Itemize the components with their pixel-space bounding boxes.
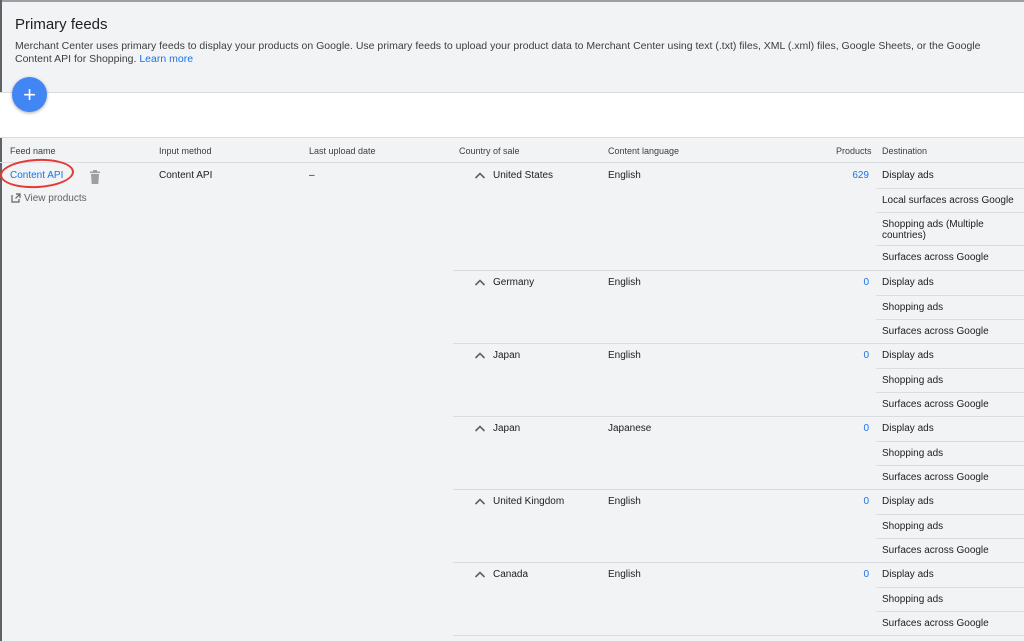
destination-item: Surfaces across Google	[876, 245, 1024, 269]
content-language: English	[608, 277, 641, 288]
destination-label: Local surfaces across Google	[882, 195, 1014, 206]
chevron-up-icon[interactable]	[474, 497, 486, 505]
products-count[interactable]: 0	[863, 569, 869, 580]
header-last-upload[interactable]: Last upload date	[309, 146, 376, 156]
last-upload-value: –	[309, 170, 315, 181]
destination-item: Shopping ads (Multiple countries)	[876, 212, 1024, 245]
content-language: English	[608, 569, 641, 580]
country-name: United Kingdom	[493, 496, 565, 507]
chevron-up-icon[interactable]	[474, 424, 486, 432]
destination-item: Local surfaces across Google	[876, 188, 1024, 212]
content-language: English	[608, 496, 641, 507]
destination-label: Shopping ads	[882, 302, 944, 313]
page-header: Primary feeds Merchant Center uses prima…	[0, 2, 1024, 92]
destination-label: Shopping ads	[882, 375, 944, 386]
content-language: Japanese	[608, 423, 652, 434]
destination-label: Display ads	[882, 423, 934, 434]
header-products[interactable]: Products	[836, 146, 872, 156]
destination-label: Display ads	[882, 170, 934, 181]
destination-item: Display ads	[876, 490, 1024, 514]
destination-item: Display ads	[876, 164, 1024, 188]
country-name: Japan	[493, 423, 521, 434]
destination-item: Surfaces across Google	[876, 392, 1024, 416]
destination-item: Shopping ads	[876, 295, 1024, 319]
view-products-link[interactable]: View products	[11, 193, 87, 204]
destination-label: Shopping ads (Multiple countries)	[882, 219, 984, 241]
products-count[interactable]: 0	[863, 350, 869, 361]
header-destination[interactable]: Destination	[882, 146, 927, 156]
chevron-up-icon[interactable]	[474, 570, 486, 578]
country-name: Japan	[493, 350, 521, 361]
country-row: United Kingdom English 0 Display ads Shoppin…	[453, 489, 1024, 562]
destination-item: Shopping ads	[876, 514, 1024, 538]
page-description: Merchant Center uses primary feeds to di…	[15, 40, 1005, 66]
feed-name-link[interactable]: Content API	[10, 170, 63, 181]
destination-item: Display ads	[876, 563, 1024, 587]
destination-label: Shopping ads	[882, 521, 944, 532]
destination-label: Display ads	[882, 496, 934, 507]
destination-label: Shopping ads	[882, 448, 944, 459]
products-count[interactable]: 0	[863, 423, 869, 434]
header-input-method[interactable]: Input method	[159, 146, 212, 156]
open-in-new-icon	[11, 193, 21, 203]
country-row: Canada English 0 Display ads Shopping ads Sur…	[453, 562, 1024, 635]
destination-label: Surfaces across Google	[882, 399, 989, 410]
destination-label: Display ads	[882, 569, 934, 580]
destination-item: Shopping ads	[876, 368, 1024, 392]
destination-item: Surfaces across Google	[876, 319, 1024, 343]
products-count[interactable]: 0	[863, 277, 869, 288]
feed-table-body: Content API Content API – View products …	[0, 157, 1024, 641]
country-row: Japan Japanese 0 Display ads Shopping ads Sur…	[453, 416, 1024, 489]
destination-label: Display ads	[882, 277, 934, 288]
chevron-up-icon[interactable]	[474, 278, 486, 286]
destination-item: Display ads	[876, 417, 1024, 441]
plus-icon: +	[23, 82, 36, 107]
country-name: Canada	[493, 569, 529, 580]
country-name: Germany	[493, 277, 535, 288]
destination-label: Shopping ads	[882, 594, 944, 605]
content-language: English	[608, 350, 641, 361]
destination-item: Display ads	[876, 636, 1024, 641]
add-feed-button[interactable]: +	[12, 77, 47, 112]
chevron-up-icon[interactable]	[474, 171, 486, 179]
table-header: Feed name Input method Last upload date …	[0, 139, 1024, 163]
chevron-up-icon[interactable]	[474, 351, 486, 359]
country-row: Japan English 0 Display ads Shopping ads Surf…	[453, 343, 1024, 416]
header-feed-name[interactable]: Feed name	[10, 146, 56, 156]
page-title: Primary feeds	[15, 16, 108, 33]
destination-item: Display ads	[876, 344, 1024, 368]
content-language: English	[608, 170, 641, 181]
destination-label: Surfaces across Google	[882, 252, 989, 263]
country-row: Germany English 0 Display ads Shopping ads Su…	[453, 270, 1024, 343]
destination-item: Shopping ads	[876, 441, 1024, 465]
destination-label: Surfaces across Google	[882, 326, 989, 337]
destination-item: Surfaces across Google	[876, 611, 1024, 635]
country-name: United States	[493, 170, 554, 181]
destination-label: Surfaces across Google	[882, 618, 989, 629]
destination-label: Display ads	[882, 350, 934, 361]
products-count[interactable]: 629	[852, 170, 869, 181]
products-count[interactable]: 0	[863, 496, 869, 507]
header-country[interactable]: Country of sale	[459, 146, 520, 156]
destination-item: Display ads	[876, 271, 1024, 295]
toolbar-band	[0, 92, 1024, 138]
destination-item: Shopping ads	[876, 587, 1024, 611]
country-row: United States English 629 Display ads Local …	[453, 164, 1024, 270]
destination-label: Surfaces across Google	[882, 545, 989, 556]
country-row: AustraliaEnglish0Display ads	[453, 635, 1024, 641]
destination-item: Surfaces across Google	[876, 538, 1024, 562]
destination-item: Surfaces across Google	[876, 465, 1024, 489]
destination-label: Surfaces across Google	[882, 472, 989, 483]
learn-more-link[interactable]: Learn more	[139, 53, 193, 65]
header-language[interactable]: Content language	[608, 146, 679, 156]
view-products-label: View products	[24, 193, 87, 204]
trash-icon[interactable]	[89, 170, 101, 184]
input-method-value: Content API	[159, 170, 213, 181]
